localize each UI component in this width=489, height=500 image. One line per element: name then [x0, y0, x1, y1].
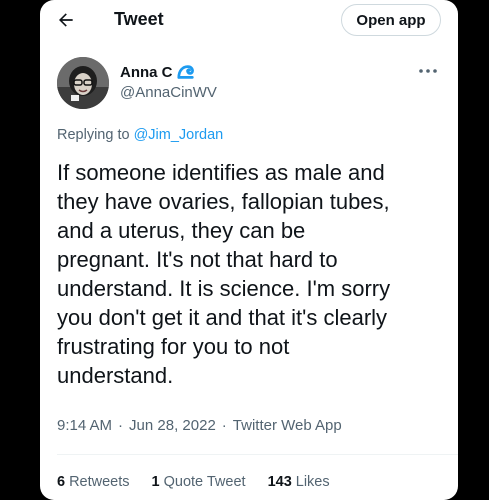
meta-separator: ·	[221, 417, 227, 434]
retweets-label: Retweets	[69, 474, 130, 490]
more-dots-icon	[419, 69, 437, 73]
tweet-text: If someone identifies as male and they h…	[57, 160, 391, 388]
retweets-stat[interactable]: 6 Retweets	[57, 474, 130, 490]
replying-to: Replying to @Jim_Jordan	[57, 127, 223, 143]
page-title: Tweet	[114, 9, 164, 29]
meta-separator: ·	[118, 417, 124, 434]
wave-emoji-icon	[176, 65, 194, 79]
tweet-time[interactable]: 9:14 AM	[57, 417, 112, 434]
author-name-row[interactable]: Anna C	[120, 63, 195, 81]
tweet-source[interactable]: Twitter Web App	[233, 417, 342, 434]
retweets-count: 6	[57, 474, 66, 490]
arrow-left-icon	[59, 13, 73, 27]
back-button[interactable]	[52, 6, 80, 34]
avatar[interactable]	[57, 57, 109, 109]
more-options-button[interactable]	[416, 64, 440, 78]
likes-stat[interactable]: 143 Likes	[268, 474, 330, 490]
tweet-meta: 9:14 AM · Jun 28, 2022 · Twitter Web App	[57, 417, 342, 434]
tweet-stats: 6 Retweets 1 Quote Tweet 143 Likes	[57, 474, 352, 490]
quotes-label: Quote Tweet	[163, 474, 246, 490]
likes-label: Likes	[295, 474, 330, 490]
tweet-date[interactable]: Jun 28, 2022	[129, 417, 216, 434]
avatar-image	[57, 57, 109, 109]
author-handle[interactable]: @AnnaCinWV	[120, 84, 217, 101]
quotes-count: 1	[151, 474, 160, 490]
author-name: Anna C	[120, 63, 173, 81]
replying-prefix: Replying to	[57, 127, 130, 143]
reply-target-link[interactable]: @Jim_Jordan	[134, 127, 224, 143]
top-bar: Tweet Open app	[40, 0, 458, 40]
tweet-card: Tweet Open app Anna C @AnnaCinWV Replyin…	[40, 0, 458, 500]
open-app-button[interactable]: Open app	[341, 4, 441, 36]
divider	[57, 454, 458, 455]
likes-count: 143	[267, 474, 292, 490]
quote-tweets-stat[interactable]: 1 Quote Tweet	[152, 474, 246, 490]
